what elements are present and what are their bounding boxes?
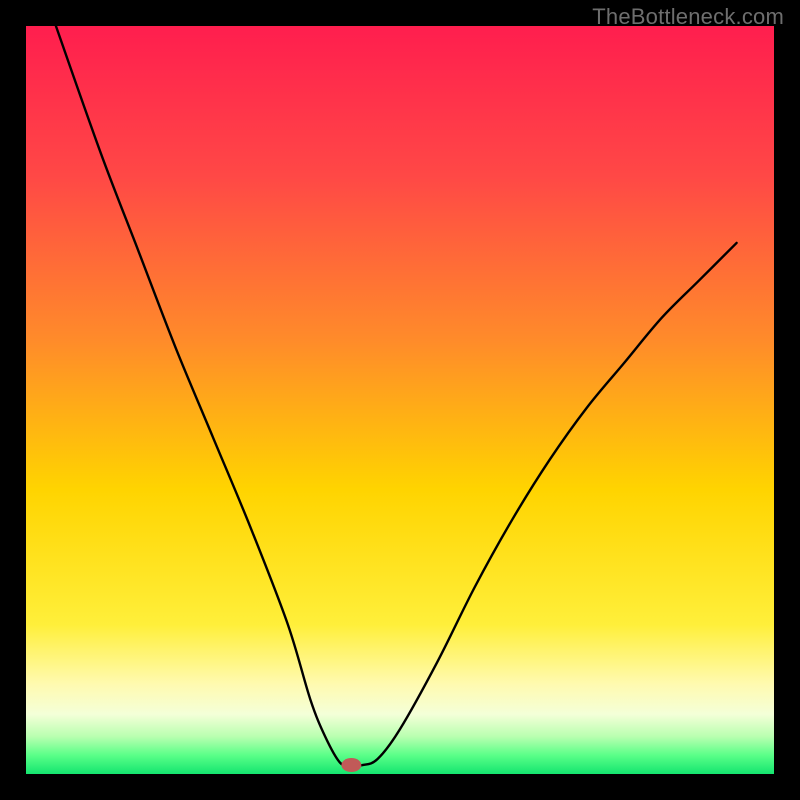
gradient-background bbox=[26, 26, 774, 774]
chart-frame: TheBottleneck.com bbox=[0, 0, 800, 800]
optimal-point-marker bbox=[341, 758, 361, 772]
bottleneck-chart bbox=[0, 0, 800, 800]
